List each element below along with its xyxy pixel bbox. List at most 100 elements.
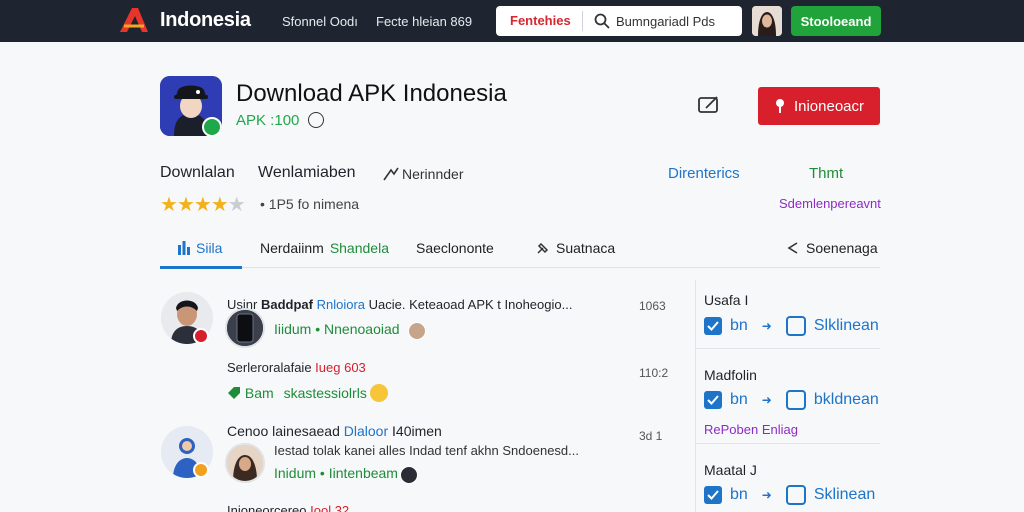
right-panel-row[interactable]: bn ➜ Sklinean (704, 485, 875, 505)
right-panel-target[interactable]: Sklinean (814, 486, 875, 504)
feed-text: Uacie. Keteaoad APK t Inoheogio... (368, 297, 573, 312)
tab-nerdaiinm[interactable]: Nerdaiinm Shandela (260, 240, 389, 256)
install-button[interactable]: Inioneoacr (758, 87, 880, 125)
tab-label: Soenenaga (806, 240, 878, 256)
reply-red[interactable]: Iueg 603 (315, 360, 366, 375)
share-icon (787, 242, 798, 254)
meta-downloads: Downlalan (160, 164, 235, 181)
tab-siila[interactable]: Siila (178, 240, 222, 256)
app-version: APK :100 (236, 112, 300, 129)
search-input[interactable] (616, 10, 736, 32)
star-empty-icon: ★ (227, 194, 246, 216)
right-panel-purple-link[interactable]: RePoben Enliag (704, 422, 798, 437)
right-panel-label: Madfolin (704, 367, 757, 383)
right-panel-label: Usafa I (704, 292, 749, 308)
chat-bubble-icon (785, 316, 806, 336)
feed-line: Usinr Baddpaf Rnloiora Uacie. Keteaoad A… (227, 297, 572, 312)
meta-green-tag[interactable]: Thmt (809, 165, 843, 182)
feed-sub-green[interactable]: Inidum • Iintenbeam (274, 465, 398, 481)
meta-category[interactable]: Wenlamiaben (258, 164, 356, 182)
arrow-right-icon: ➜ (761, 488, 772, 502)
reply-line: Serleroralafaie Iueg 603 (227, 360, 366, 375)
checkbox[interactable] (704, 391, 722, 409)
nav-link-2[interactable]: Fecte hleian 869 (376, 14, 472, 29)
chat-bubble-icon (785, 485, 806, 505)
tab-saeclononte[interactable]: Saeclononte (416, 240, 494, 256)
tab-suatnaca[interactable]: Suatnaca (536, 240, 615, 256)
feed-line: Cenoo lainesaead Dlaloor I40imen (227, 423, 442, 439)
reaction-line: Bam skastessiolrls (227, 385, 367, 401)
mini-avatar (408, 322, 426, 340)
right-panel-target[interactable]: bkldnean (814, 391, 879, 409)
emoji-icon (370, 384, 388, 402)
person-image (227, 445, 263, 481)
share-arrow-icon (383, 167, 399, 181)
tab-extra-label: Shandela (329, 240, 389, 256)
feed-name[interactable]: Cenoo lainesaead (227, 423, 340, 439)
app-title: Download APK Indonesia (236, 80, 507, 107)
copyright-icon (308, 112, 324, 128)
phone-image (227, 310, 263, 346)
right-panel-row[interactable]: bn ➜ bkldnean (704, 390, 879, 410)
tab-soenenaga[interactable]: Soenenaga (786, 240, 878, 256)
bar-chart-icon (178, 241, 190, 255)
search-bar[interactable]: Fentehies (496, 6, 742, 36)
search-divider (582, 11, 583, 31)
feed-name[interactable]: Baddpaf (261, 297, 313, 312)
meta-reminder[interactable]: Nerinnder (402, 166, 463, 182)
reply-red[interactable]: Iool 32 (310, 503, 349, 512)
feed-sub-green[interactable]: Iiidum • Nnenoaoiad (274, 321, 400, 337)
feed-time: 1063 (639, 299, 666, 313)
pin-icon (775, 99, 784, 113)
feed-handle[interactable]: Rnloiora (317, 297, 365, 312)
right-panel-item: bn (730, 317, 748, 334)
right-panel-row[interactable]: bn ➜ Slklinean (704, 316, 879, 336)
reply-line: Inioneorcereo Iool 32 (227, 503, 349, 512)
media-thumbnail[interactable] (225, 443, 265, 483)
tag-icon (228, 387, 240, 399)
reply-time: 110:2 (639, 366, 669, 380)
tab-label: Siila (196, 240, 223, 256)
edit-icon[interactable] (698, 96, 720, 114)
mini-avatar (400, 466, 418, 484)
tab-label: Saeclononte (416, 240, 494, 256)
install-button-label: Inioneoacr (793, 97, 865, 115)
checkbox[interactable] (704, 486, 722, 504)
tab-label: Nerdaiinm (260, 240, 324, 256)
active-tab-indicator (160, 266, 242, 269)
reaction-label[interactable]: Bam (245, 385, 274, 401)
reaction-text: skastessiolrls (283, 385, 367, 401)
right-panel-divider (695, 280, 696, 512)
feed-time: 3d 1 (639, 429, 663, 443)
tab-bar: Siila Nerdaiinm Shandela Saeclononte Sua… (160, 230, 880, 269)
logo-icon[interactable] (118, 6, 150, 34)
feed-text: Iestad tolak kanei alles Indad tenf akhn… (274, 443, 579, 458)
right-panel-separator (696, 443, 880, 444)
user-avatar[interactable] (752, 6, 782, 36)
right-panel-target[interactable]: Slklinean (814, 317, 879, 335)
reply-text: Serleroralafaie (227, 360, 312, 375)
arrow-right-icon: ➜ (761, 393, 772, 407)
notification-badge-icon (193, 328, 209, 344)
feed-handle[interactable]: Dlaloor (344, 423, 388, 439)
signup-button[interactable]: Stooloeand (791, 6, 881, 36)
meta-link[interactable]: Direnterics (668, 165, 740, 182)
right-panel-separator (696, 348, 880, 349)
reply-text: Inioneorcereo (227, 503, 307, 512)
brand-name[interactable]: Indonesia (160, 9, 251, 32)
search-category-tag[interactable]: Fentehies (510, 13, 571, 28)
media-thumbnail[interactable] (225, 308, 265, 348)
star-icon: ★ (176, 194, 195, 216)
pin-icon (537, 242, 549, 254)
check-icon (707, 321, 719, 331)
chat-bubble-icon (785, 390, 806, 410)
search-icon[interactable] (594, 13, 610, 29)
star-icon: ★ (210, 194, 229, 216)
rating-stars: ★★★★★ (160, 192, 246, 217)
checkbox[interactable] (704, 317, 722, 335)
user-avatar-image (752, 6, 782, 36)
nav-link-1[interactable]: Sfonnel Oodı (282, 14, 358, 29)
feed-handle-tail: I40imen (392, 423, 442, 439)
verified-badge-icon (202, 117, 222, 137)
meta-purple-link[interactable]: Sdemlenpereavnt (779, 196, 881, 211)
